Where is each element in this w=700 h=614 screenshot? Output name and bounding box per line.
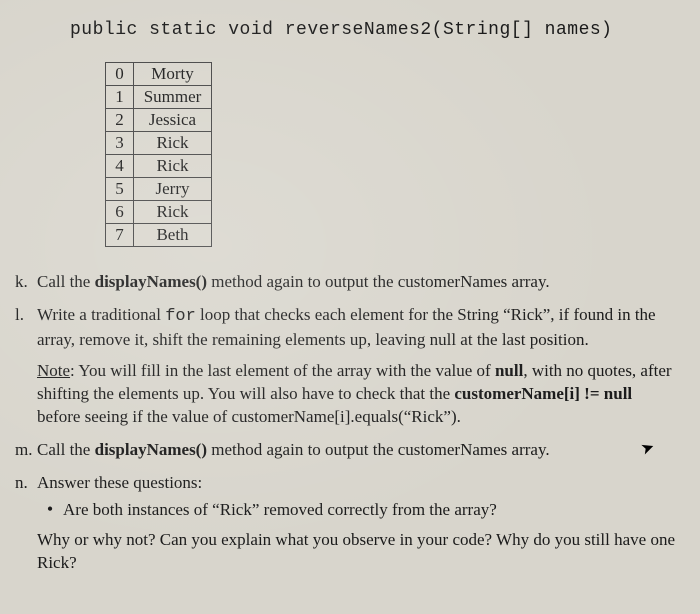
table-row: 5Jerry [106,178,212,201]
body-n: Answer these questions: • Are both insta… [37,472,677,576]
body-l: Write a traditional for loop that checks… [37,304,677,429]
question-m: m. Call the displayNames() method again … [15,439,685,462]
label-k: k. [15,271,37,294]
text: Write a traditional [37,305,165,324]
text: Call the [37,272,95,291]
question-list: k. Call the displayNames() method again … [15,271,685,575]
array-value: Rick [134,201,212,224]
null-value: null [495,361,523,380]
label-m: m. [15,439,37,462]
array-value: Jessica [134,109,212,132]
label-l: l. [15,304,37,429]
text: Call the [37,440,95,459]
question-k: k. Call the displayNames() method again … [15,271,685,294]
bullet-text: Are both instances of “Rick” removed cor… [63,499,677,522]
array-value: Rick [134,132,212,155]
array-index: 3 [106,132,134,155]
table-row: 3Rick [106,132,212,155]
method-name: displayNames() [95,440,207,459]
bullet-dot-icon: • [37,499,63,522]
table-row: 0Morty [106,63,212,86]
note-paragraph: Note: You will fill in the last element … [37,360,677,429]
array-index: 4 [106,155,134,178]
array-value: Summer [134,86,212,109]
intro-text: Answer these questions: [37,472,677,495]
array-value: Rick [134,155,212,178]
array-value: Morty [134,63,212,86]
label-n: n. [15,472,37,576]
array-index: 6 [106,201,134,224]
keyword-for: for [165,307,196,326]
null-check-expr: customerName[i] != null [454,384,632,403]
array-index: 2 [106,109,134,132]
array-index: 0 [106,63,134,86]
followup-text: Why or why not? Can you explain what you… [37,529,677,575]
question-n: n. Answer these questions: • Are both in… [15,472,685,576]
method-name: displayNames() [95,272,207,291]
array-index: 5 [106,178,134,201]
text: : You will fill in the last element of t… [70,361,495,380]
table-row: 1Summer [106,86,212,109]
text: method again to output the customerNames… [207,272,550,291]
body-m: Call the displayNames() method again to … [37,439,677,462]
table-row: 7Beth [106,224,212,247]
array-value: Jerry [134,178,212,201]
array-index: 1 [106,86,134,109]
array-table: 0Morty1Summer2Jessica3Rick4Rick5Jerry6Ri… [105,62,212,247]
body-k: Call the displayNames() method again to … [37,271,677,294]
note-label: Note [37,361,70,380]
text: before seeing if the value of customerNa… [37,407,461,426]
question-l: l. Write a traditional for loop that che… [15,304,685,429]
table-row: 4Rick [106,155,212,178]
table-row: 2Jessica [106,109,212,132]
bullet-item: • Are both instances of “Rick” removed c… [37,499,677,522]
array-value: Beth [134,224,212,247]
array-index: 7 [106,224,134,247]
table-row: 6Rick [106,201,212,224]
method-signature: public static void reverseNames2(String[… [15,20,685,40]
text: method again to output the customerNames… [207,440,550,459]
